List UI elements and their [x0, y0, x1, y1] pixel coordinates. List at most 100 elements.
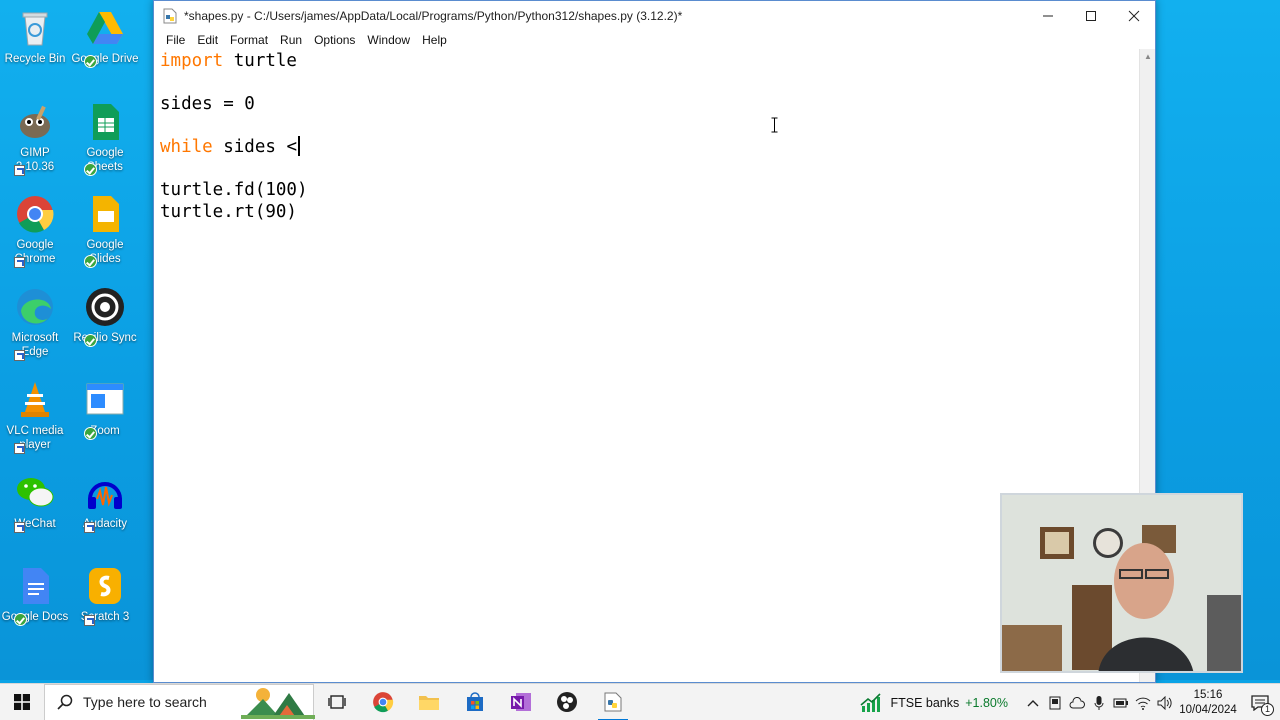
action-center-button[interactable]: 1	[1240, 684, 1280, 720]
start-button[interactable]	[0, 684, 44, 720]
desktop-icon-zoom[interactable]: Zoom	[70, 380, 140, 440]
taskbar-store[interactable]	[452, 684, 498, 720]
window-title: *shapes.py - C:/Users/james/AppData/Loca…	[184, 9, 683, 23]
text-caret	[297, 136, 300, 156]
desktop-icon-google-slides[interactable]: Google Slides	[70, 194, 140, 268]
microphone-tray-button[interactable]	[1088, 684, 1110, 720]
taskbar-onenote[interactable]	[498, 684, 544, 720]
task-view-icon	[328, 695, 346, 709]
desktop-icon-label: Recycle Bin	[4, 53, 66, 65]
ticker-label: FTSE banks	[890, 695, 960, 710]
code-text: turtle.rt(90)	[160, 202, 297, 222]
desktop-icon-resilio-sync[interactable]: Resilio Sync	[70, 287, 140, 347]
menu-file[interactable]: File	[160, 33, 191, 47]
webcam-overlay	[1000, 493, 1243, 673]
title-bar[interactable]: *shapes.py - C:/Users/james/AppData/Loca…	[154, 1, 1155, 31]
google-chrome-icon	[373, 692, 394, 713]
news-ticker[interactable]: FTSE banks +1.80%	[860, 692, 1008, 713]
scroll-up-arrow-icon[interactable]: ▲	[1140, 49, 1156, 63]
sync-check-icon	[14, 613, 27, 626]
device-icon	[1049, 696, 1061, 709]
menu-bar: File Edit Format Run Options Window Help	[154, 31, 1155, 49]
google-docs-icon	[23, 568, 49, 604]
desktop-icon-audacity[interactable]: Audacity	[70, 473, 140, 533]
minimize-button[interactable]	[1026, 1, 1069, 31]
desktop-icon-label: Google Drive	[71, 53, 139, 65]
menu-edit[interactable]: Edit	[191, 33, 224, 47]
desktop-icon-gimp[interactable]: GIMP 2.10.36	[0, 102, 70, 176]
webcam-person-image	[1002, 495, 1241, 671]
close-button[interactable]	[1112, 1, 1155, 31]
menu-window[interactable]: Window	[361, 33, 416, 47]
minimize-icon	[1042, 15, 1053, 17]
google-drive-icon	[87, 12, 123, 44]
notification-count-badge: 1	[1261, 703, 1274, 716]
code-line: turtle.rt(90)	[160, 201, 297, 223]
maximize-button[interactable]	[1069, 1, 1112, 31]
battery-icon	[1113, 698, 1128, 707]
desktop-icon-google-chrome[interactable]: Google Chrome	[0, 194, 70, 268]
shortcut-arrow-icon	[14, 165, 25, 176]
taskbar-clock[interactable]: 15:16 10/04/2024	[1176, 688, 1240, 718]
stock-chart-icon	[860, 692, 882, 712]
shortcut-arrow-icon	[14, 350, 25, 361]
clock-date: 10/04/2024	[1179, 703, 1237, 716]
desktop-icon-google-drive[interactable]: Google Drive	[70, 8, 140, 68]
desktop-icon-label: Google Docs	[1, 611, 69, 623]
system-tray: FTSE banks +1.80% 15:16 10/04/2024 1	[860, 684, 1280, 720]
desktop-icon-microsoft-edge[interactable]: Microsoft Edge	[0, 287, 70, 361]
search-placeholder: Type here to search	[83, 694, 207, 710]
code-line: turtle.fd(100)	[160, 179, 308, 201]
taskbar-chrome[interactable]	[360, 684, 406, 720]
taskbar-obs[interactable]	[544, 684, 590, 720]
menu-help[interactable]: Help	[416, 33, 453, 47]
menu-format[interactable]: Format	[224, 33, 274, 47]
microsoft-edge-icon	[17, 289, 53, 325]
microphone-icon	[1094, 695, 1104, 710]
show-hidden-icons-button[interactable]	[1022, 684, 1044, 720]
network-tray-button[interactable]	[1132, 684, 1154, 720]
volume-tray-button[interactable]	[1154, 684, 1176, 720]
store-bag-icon	[467, 692, 483, 711]
desktop-icon-recycle-bin[interactable]: Recycle Bin	[0, 8, 70, 66]
menu-options[interactable]: Options	[308, 33, 361, 47]
google-sheets-icon	[93, 104, 119, 140]
resilio-sync-icon	[86, 288, 124, 326]
onedrive-tray-button[interactable]	[1066, 684, 1088, 720]
gimp-icon	[20, 105, 50, 138]
code-editor[interactable]: import turtle sides = 0 while sides < tu…	[154, 49, 1139, 682]
obs-studio-icon	[557, 692, 577, 712]
desktop-icon-google-docs[interactable]: Google Docs	[0, 566, 70, 626]
taskbar-file-explorer[interactable]	[406, 684, 452, 720]
code-text: turtle.fd(100)	[160, 180, 308, 200]
folder-icon	[419, 696, 439, 710]
taskbar-search-box[interactable]: Type here to search	[44, 683, 315, 720]
taskbar-python-idle[interactable]	[590, 684, 636, 720]
wechat-icon	[17, 478, 54, 507]
python-idle-icon	[604, 692, 622, 712]
desktop-icon-google-sheets[interactable]: Google Sheets	[70, 102, 140, 176]
sync-check-icon	[84, 334, 97, 347]
sync-check-icon	[84, 163, 97, 176]
battery-tray-button[interactable]	[1110, 684, 1132, 720]
desktop-icon-wechat[interactable]: WeChat	[0, 473, 70, 533]
taskbar-task-view[interactable]	[314, 684, 360, 720]
ticker-change: +1.80%	[965, 695, 1008, 710]
wifi-icon	[1135, 697, 1151, 710]
desktop-icon-vlc[interactable]: VLC media player	[0, 380, 70, 454]
menu-run[interactable]: Run	[274, 33, 308, 47]
keyword: import	[160, 51, 224, 71]
shortcut-arrow-icon	[14, 443, 25, 454]
close-icon	[1128, 10, 1139, 22]
code-line: import turtle	[160, 50, 297, 72]
code-text: turtle	[223, 51, 297, 71]
shortcut-arrow-icon	[84, 522, 95, 533]
clock-time: 15:16	[1193, 688, 1223, 701]
sync-check-icon	[84, 427, 97, 440]
desktop-icon-label: Resilio Sync	[73, 332, 137, 344]
code-line: sides = 0	[160, 93, 255, 115]
tray-app-icon[interactable]	[1044, 684, 1066, 720]
code-text: sides <	[212, 137, 297, 157]
speaker-icon	[1157, 695, 1172, 710]
desktop-icon-scratch[interactable]: Scratch 3	[70, 566, 140, 626]
